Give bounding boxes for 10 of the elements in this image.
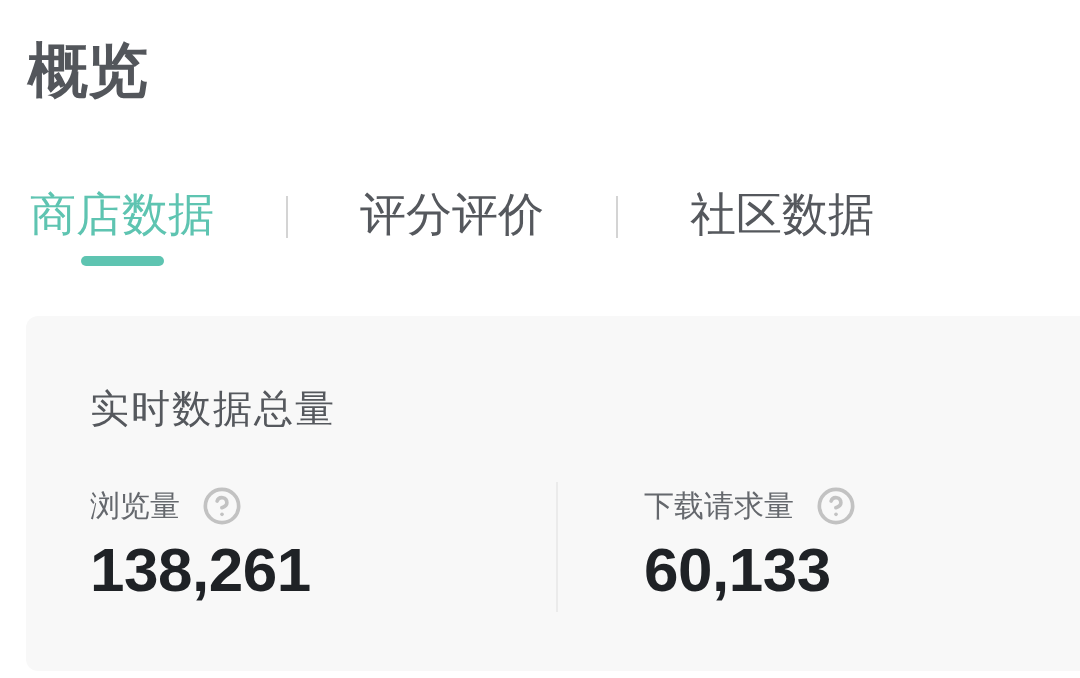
- tab[interactable]: 社区数据: [690, 186, 874, 266]
- metric-label: 下载请求量: [644, 487, 794, 525]
- metric-label: 浏览量: [90, 487, 180, 525]
- metric-value: 60,133: [644, 536, 831, 604]
- metric-value: 138,261: [90, 536, 311, 604]
- card-title: 实时数据总量: [90, 386, 336, 432]
- page-title: 概览: [28, 34, 148, 107]
- tab[interactable]: 评分评价: [360, 186, 544, 266]
- help-icon[interactable]: [816, 486, 856, 526]
- help-icon[interactable]: [202, 486, 242, 526]
